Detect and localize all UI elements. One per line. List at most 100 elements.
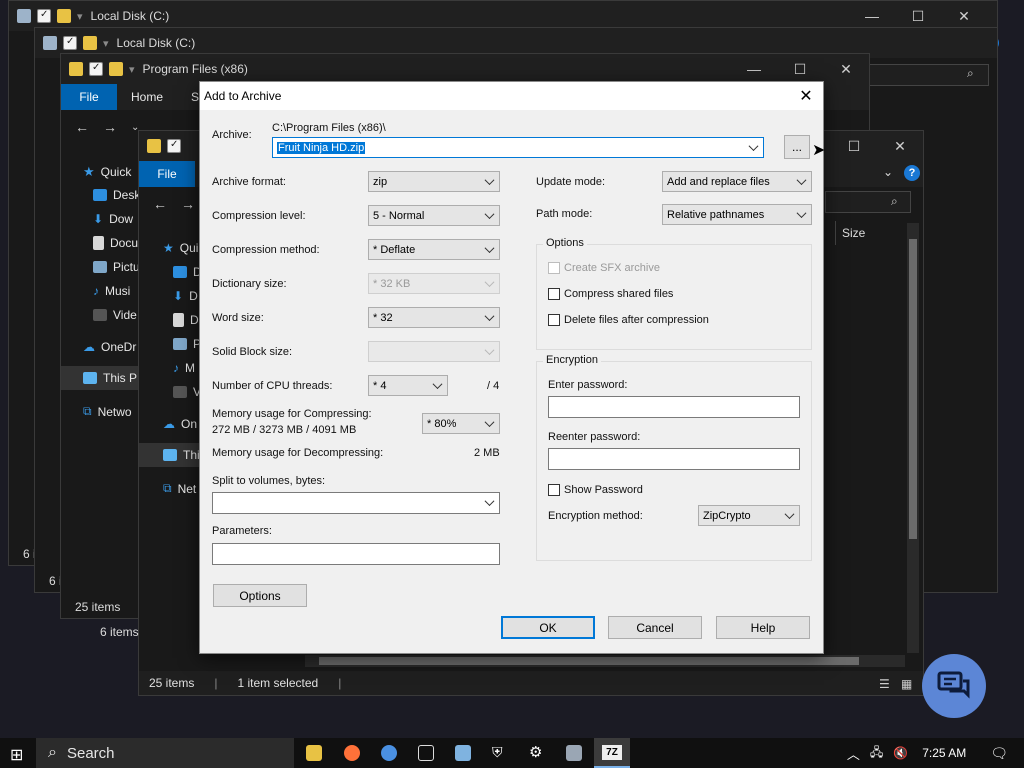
enter-password-input[interactable] (548, 396, 800, 418)
properties-icon[interactable] (63, 36, 77, 50)
properties-icon[interactable] (89, 62, 103, 76)
browse-button[interactable]: ... (784, 135, 810, 159)
properties-icon[interactable] (167, 139, 181, 153)
7zip-taskbar-item[interactable]: 7Z (594, 738, 630, 768)
show-password-checkbox[interactable]: Show Password (548, 484, 643, 496)
scrollbar-thumb[interactable] (909, 239, 917, 539)
checkbox-box[interactable] (548, 288, 560, 300)
back-arrow-icon[interactable]: ← (153, 196, 167, 212)
compression-method-select[interactable]: * Deflate (368, 239, 500, 260)
maximize-icon[interactable]: ☐ (777, 54, 823, 84)
sidebar-item-desktop[interactable]: D (173, 265, 202, 279)
chevron-down-icon[interactable]: ▾ (103, 37, 109, 50)
chevron-down-icon[interactable]: ⌄ (883, 165, 893, 179)
sidebar-item-onedrive[interactable]: ☁ OneDr (83, 340, 136, 354)
encryption-method-select[interactable]: ZipCrypto (698, 505, 800, 526)
new-folder-icon[interactable] (109, 62, 123, 76)
package-icon[interactable] (418, 745, 434, 761)
sidebar-item-onedrive[interactable]: ☁ On (163, 417, 197, 431)
horizontal-scrollbar[interactable] (305, 655, 905, 667)
sidebar-item-network[interactable]: ⧉ Netwo (83, 404, 132, 419)
sidebar-item-quick-access[interactable]: ★ Qui (163, 241, 198, 255)
sidebar-item-music[interactable]: ♪ Musi (93, 284, 130, 298)
memory-percent-select[interactable]: * 80% (422, 413, 500, 434)
parameters-input[interactable] (212, 543, 500, 565)
archive-name-combo[interactable]: Fruit Ninja HD.zip (272, 137, 764, 158)
sidebar-item-this-pc[interactable]: This P (83, 371, 137, 385)
help-icon[interactable]: ? (904, 165, 920, 181)
chat-fab-button[interactable] (922, 654, 986, 718)
sidebar-item-network[interactable]: ⧉ Net (163, 481, 196, 496)
notification-icon[interactable]: 🗨 (990, 745, 1008, 762)
maximize-icon[interactable]: ☐ (831, 131, 877, 161)
chevron-down-icon[interactable]: ▾ (129, 63, 135, 76)
scrollbar-thumb[interactable] (319, 657, 859, 665)
update-mode-select[interactable]: Add and replace files (662, 171, 812, 192)
sidebar-item-this-pc[interactable]: Thi (163, 448, 200, 462)
sidebar-item-pictures[interactable]: Pictu (93, 260, 140, 274)
back-arrow-icon[interactable]: ← (75, 119, 89, 135)
archive-name-value[interactable]: Fruit Ninja HD.zip (277, 141, 366, 154)
sidebar-item-documents[interactable]: Docu (93, 236, 138, 250)
compression-level-select[interactable]: 5 - Normal (368, 205, 500, 226)
cancel-button[interactable]: Cancel (608, 616, 702, 639)
delete-after-checkbox[interactable]: Delete files after compression (548, 314, 709, 326)
firefox-icon[interactable] (344, 745, 360, 761)
help-button[interactable]: Help (716, 616, 810, 639)
taskbar-search[interactable]: ⌕ Search (36, 738, 294, 768)
vertical-scrollbar[interactable] (907, 223, 919, 653)
close-icon[interactable]: ✕ (877, 131, 923, 161)
archive-format-select[interactable]: zip (368, 171, 500, 192)
path-mode-select[interactable]: Relative pathnames (662, 204, 812, 225)
close-icon[interactable]: ✕ (795, 85, 817, 107)
properties-icon[interactable] (37, 9, 51, 23)
sidebar-item-documents[interactable]: D (173, 313, 199, 327)
network-app-icon[interactable] (566, 745, 582, 761)
sidebar-item-videos[interactable]: Vide (93, 308, 137, 322)
split-volumes-combo[interactable] (212, 492, 500, 514)
sidebar-item-downloads[interactable]: ⬇ Dow (93, 212, 133, 226)
clock[interactable]: 7:25 AM (922, 746, 966, 760)
search-box[interactable] (825, 191, 911, 213)
new-folder-icon[interactable] (83, 36, 97, 50)
gear-icon[interactable]: ⚙ (529, 743, 545, 761)
app-icon[interactable] (455, 745, 471, 761)
sidebar-item-downloads[interactable]: ⬇ D (173, 289, 198, 303)
sidebar-item-music[interactable]: ♪ M (173, 361, 195, 375)
chevron-down-icon[interactable] (483, 496, 495, 508)
options-button[interactable]: Options (213, 584, 307, 607)
new-folder-icon[interactable] (57, 9, 71, 23)
chrome-icon[interactable] (381, 745, 397, 761)
windows-start-icon[interactable]: ⊞ (10, 745, 23, 765)
details-view-icon[interactable]: ☰ (879, 677, 890, 691)
explorer-titlebar[interactable]: ▾ Program Files (x86) — ☐ ✕ (61, 54, 869, 84)
chevron-down-icon[interactable] (747, 141, 759, 153)
network-status-icon[interactable]: 🖧 (870, 743, 883, 764)
column-header-size[interactable]: Size (835, 221, 905, 245)
checkbox-box[interactable] (548, 484, 560, 496)
forward-arrow-icon[interactable]: → (181, 196, 195, 212)
large-icons-view-icon[interactable]: ▦ (901, 677, 912, 691)
checkbox-box[interactable] (548, 314, 560, 326)
close-icon[interactable]: ✕ (823, 54, 869, 84)
minimize-icon[interactable]: — (731, 54, 777, 84)
chevron-up-icon[interactable]: ︿ (847, 744, 860, 763)
reenter-password-input[interactable] (548, 448, 800, 470)
tab-file[interactable]: File (61, 84, 117, 110)
compress-shared-checkbox[interactable]: Compress shared files (548, 288, 673, 300)
tab-home[interactable]: Home (117, 90, 177, 104)
ok-button[interactable]: OK (501, 616, 595, 639)
sidebar-item-pictures[interactable]: P (173, 337, 201, 351)
forward-arrow-icon[interactable]: → (103, 119, 117, 135)
file-explorer-icon[interactable] (306, 745, 322, 761)
shield-icon[interactable]: ⛨ (492, 744, 508, 760)
sidebar-item-quick-access[interactable]: ★ Quick (83, 164, 131, 180)
cpu-threads-select[interactable]: * 4 (368, 375, 448, 396)
volume-muted-icon[interactable]: 🔇 (893, 746, 908, 760)
tab-file[interactable]: File (139, 161, 195, 187)
word-size-select[interactable]: * 32 (368, 307, 500, 328)
sidebar-item-videos[interactable]: V (173, 385, 201, 399)
sidebar-item-desktop[interactable]: Desk (93, 188, 140, 202)
dialog-titlebar[interactable]: Add to Archive (200, 82, 823, 110)
chevron-down-icon[interactable]: ▾ (77, 10, 83, 23)
